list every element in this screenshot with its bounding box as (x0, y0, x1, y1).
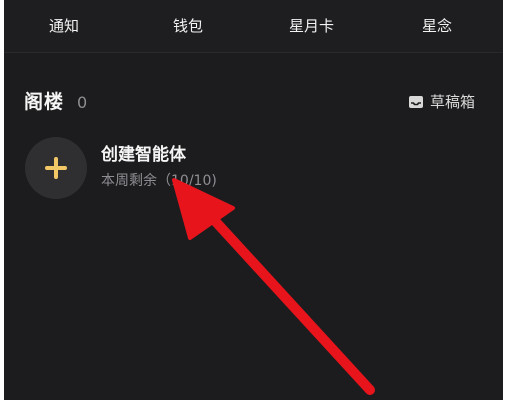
nav-item-star-moon-card[interactable]: 星月卡 (289, 14, 334, 38)
nav-item-star-wish[interactable]: 星念 (422, 14, 452, 38)
weekly-remaining-label: 本周剩余（10/10) (101, 173, 217, 189)
section-title: 阁楼 (24, 91, 65, 113)
create-agent-title[interactable]: 创建智能体 (101, 143, 186, 167)
create-agent-button[interactable] (25, 137, 87, 199)
nav-item-wallet[interactable]: 钱包 (173, 14, 203, 38)
top-nav: 通知 钱包 星月卡 星念 (4, 0, 503, 53)
plus-icon (45, 157, 67, 179)
inbox-tray-icon (409, 96, 423, 108)
section-count: 0 (77, 93, 88, 112)
app-screen: 通知 钱包 星月卡 星念 阁楼 0 草稿箱 创建智能体 本周剩余（10/10) (4, 0, 503, 400)
nav-item-notifications[interactable]: 通知 (49, 14, 79, 38)
drafts-button[interactable]: 草稿箱 (408, 90, 475, 114)
drafts-label: 草稿箱 (430, 93, 476, 111)
